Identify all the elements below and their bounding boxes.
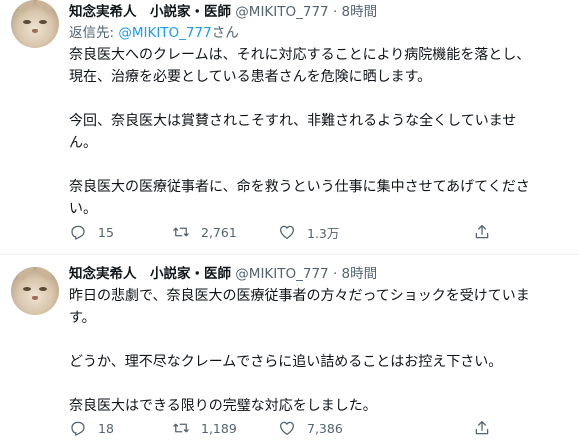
tweet-header: 知念実希人 小説家・医師 @MIKITO_777 · 8時間: [69, 264, 569, 284]
reply-icon: [71, 225, 85, 240]
like-button[interactable]: 7,386: [278, 418, 343, 438]
retweet-button[interactable]: 1,189: [172, 418, 237, 438]
tweet-actions: 15 2,761 1.3万: [69, 222, 499, 242]
heart-icon: [279, 421, 295, 436]
tweet-timestamp[interactable]: 8時間: [342, 4, 378, 20]
tweet[interactable]: 知念実希人 小説家・医師 @MIKITO_777 · 8時間 返信先: @MIK…: [0, 0, 579, 255]
reply-count: 18: [98, 420, 114, 436]
retweet-count: 1,189: [201, 420, 237, 436]
reply-button[interactable]: 15: [69, 222, 114, 242]
tweet-text-line: 奈良医大へのクレームは、それに対応することにより病院機能を落とし、: [69, 47, 531, 63]
tweet-text-line: 今回、奈良医大は賞賛されこそすれ、非難されるような全くしていませ: [69, 113, 517, 129]
tweet-text-line: ん。: [69, 135, 97, 151]
tweet-text: 奈良医大へのクレームは、それに対応することにより病院機能を落とし、 現在、治療を…: [69, 44, 569, 220]
reply-icon: [71, 421, 85, 436]
retweet-count: 2,761: [201, 224, 237, 240]
share-icon: [475, 224, 489, 239]
share-button[interactable]: [473, 222, 491, 242]
heart-icon: [279, 225, 295, 240]
tweet-text-line: 昨日の悲劇で、奈良医大の医療従事者の方々だってショックを受けていま: [69, 288, 530, 304]
author-handle[interactable]: @MIKITO_777: [235, 4, 328, 20]
author-name[interactable]: 知念実希人 小説家・医師: [69, 4, 231, 20]
reply-count: 15: [98, 224, 114, 240]
avatar[interactable]: [11, 0, 59, 48]
separator-dot: ·: [332, 4, 338, 20]
avatar[interactable]: [11, 267, 59, 315]
retweet-button[interactable]: 2,761: [172, 222, 237, 242]
tweet[interactable]: 知念実希人 小説家・医師 @MIKITO_777 · 8時間 昨日の悲劇で、奈良…: [0, 255, 579, 444]
retweet-icon: [173, 227, 189, 237]
tweet-text-line: 奈良医大の医療従事者に、命を救うという仕事に集中させてあげてくださ: [69, 179, 530, 195]
like-count: 1.3万: [307, 225, 340, 241]
tweet-text: 昨日の悲劇で、奈良医大の医療従事者の方々だってショックを受けていま す。 どうか…: [69, 285, 569, 417]
reply-to-mention[interactable]: @MIKITO_777: [118, 25, 211, 41]
tweet-text-line: どうか、理不尽なクレームでさらに追い詰めることはお控え下さい。: [69, 354, 503, 370]
share-icon: [475, 420, 489, 435]
author-handle[interactable]: @MIKITO_777: [235, 266, 328, 282]
retweet-icon: [173, 423, 189, 433]
reply-to-label: 返信先:: [69, 25, 119, 41]
tweet-text-line: い。: [69, 201, 97, 217]
share-button[interactable]: [473, 418, 491, 438]
author-name[interactable]: 知念実希人 小説家・医師: [69, 266, 231, 282]
reply-to-line: 返信先: @MIKITO_777さん: [69, 23, 569, 43]
like-count: 7,386: [307, 420, 343, 436]
tweet-text-line: 奈良医大はできる限りの完璧な対応をしました。: [69, 398, 377, 414]
reply-to-suffix: さん: [211, 25, 239, 41]
reply-button[interactable]: 18: [69, 418, 114, 438]
like-button[interactable]: 1.3万: [278, 222, 339, 242]
tweet-actions: 18 1,189 7,386: [69, 418, 499, 438]
separator-dot: ·: [332, 266, 338, 282]
tweet-text-line: す。: [69, 310, 96, 326]
tweet-header: 知念実希人 小説家・医師 @MIKITO_777 · 8時間: [69, 2, 569, 22]
tweet-timestamp[interactable]: 8時間: [342, 266, 378, 282]
tweet-text-line: 現在、治療を必要としている患者さんを危険に晒します。: [69, 69, 432, 85]
